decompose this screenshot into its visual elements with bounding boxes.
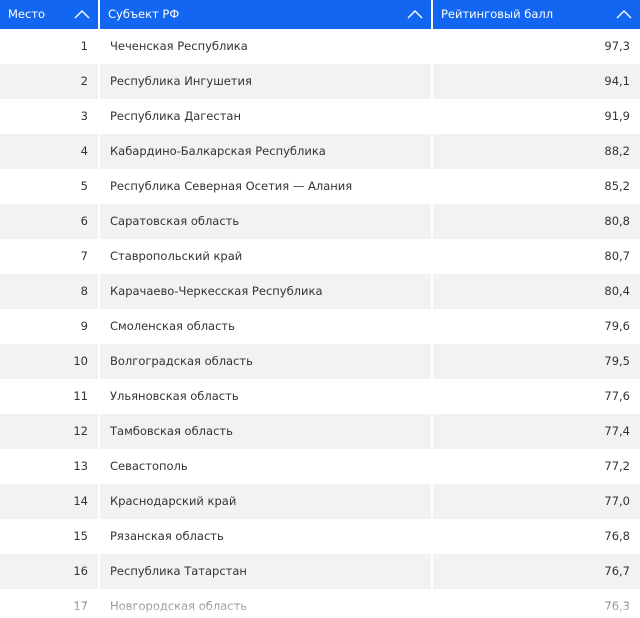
score-cell: 77,2	[604, 459, 630, 473]
region-cell: Саратовская область	[100, 204, 433, 239]
score-cell: 80,8	[604, 214, 630, 228]
chevron-up-icon[interactable]	[407, 9, 423, 19]
table-row: 3 Республика Дагестан 91,9	[0, 99, 640, 134]
table-row: 10 Волгоградская область 79,5	[0, 344, 640, 379]
region-cell: Севастополь	[100, 449, 433, 484]
rank-cell: 6	[0, 204, 100, 239]
table-row: 17 Новгородская область 76,3	[0, 589, 640, 618]
rank-cell: 10	[0, 344, 100, 379]
region-cell: Краснодарский край	[100, 484, 433, 519]
table-row: 5 Республика Северная Осетия — Алания 85,2	[0, 169, 640, 204]
score-cell: 80,7	[604, 249, 630, 263]
score-cell: 91,9	[604, 109, 630, 123]
rank-cell: 9	[0, 309, 100, 344]
table-row: 1 Чеченская Республика 97,3	[0, 29, 640, 64]
region-cell: Республика Северная Осетия — Алания	[100, 169, 433, 204]
rank-cell: 17	[0, 589, 100, 618]
score-cell: 79,6	[604, 319, 630, 333]
region-cell: Республика Дагестан	[100, 99, 433, 134]
column-header-region-label: Субъект РФ	[108, 7, 180, 21]
column-header-region[interactable]: Субъект РФ	[100, 0, 433, 29]
table-row: 12 Тамбовская область 77,4	[0, 414, 640, 449]
region-cell: Ставропольский край	[100, 239, 433, 274]
score-cell: 76,8	[604, 529, 630, 543]
table-row: 13 Севастополь 77,2	[0, 449, 640, 484]
rank-cell: 4	[0, 134, 100, 169]
region-cell: Карачаево-Черкесская Республика	[100, 274, 433, 309]
region-cell: Республика Татарстан	[100, 554, 433, 589]
table-header: Место Субъект РФ Рейтинговый балл	[0, 0, 640, 29]
score-cell: 76,7	[604, 564, 630, 578]
column-header-rank[interactable]: Место	[0, 0, 100, 29]
score-cell: 77,0	[604, 494, 630, 508]
region-cell: Новгородская область	[100, 589, 433, 618]
rank-cell: 8	[0, 274, 100, 309]
table-row: 16 Республика Татарстан 76,7	[0, 554, 640, 589]
table-row: 9 Смоленская область 79,6	[0, 309, 640, 344]
region-cell: Чеченская Республика	[100, 29, 433, 64]
rank-cell: 11	[0, 379, 100, 414]
score-cell: 88,2	[604, 144, 630, 158]
rank-cell: 7	[0, 239, 100, 274]
rank-cell: 5	[0, 169, 100, 204]
ranking-table: Место Субъект РФ Рейтинговый балл 1 Чечен…	[0, 0, 640, 618]
rank-cell: 14	[0, 484, 100, 519]
score-cell: 97,3	[604, 39, 630, 53]
column-header-score[interactable]: Рейтинговый балл	[433, 0, 640, 29]
rank-cell: 1	[0, 29, 100, 64]
column-header-rank-label: Место	[8, 7, 46, 21]
rank-cell: 3	[0, 99, 100, 134]
table-row: 6 Саратовская область 80,8	[0, 204, 640, 239]
region-cell: Рязанская область	[100, 519, 433, 554]
score-cell: 77,4	[604, 424, 630, 438]
table-row: 14 Краснодарский край 77,0	[0, 484, 640, 519]
score-cell: 80,4	[604, 284, 630, 298]
rank-cell: 2	[0, 64, 100, 99]
score-cell: 85,2	[604, 179, 630, 193]
score-cell: 76,3	[604, 599, 630, 613]
region-cell: Республика Ингушетия	[100, 64, 433, 99]
rank-cell: 13	[0, 449, 100, 484]
table-row: 4 Кабардино-Балкарская Республика 88,2	[0, 134, 640, 169]
ranking-table-container: Место Субъект РФ Рейтинговый балл 1 Чечен…	[0, 0, 640, 618]
region-cell: Тамбовская область	[100, 414, 433, 449]
table-row: 7 Ставропольский край 80,7	[0, 239, 640, 274]
region-cell: Смоленская область	[100, 309, 433, 344]
rank-cell: 15	[0, 519, 100, 554]
table-row: 8 Карачаево-Черкесская Республика 80,4	[0, 274, 640, 309]
table-row: 15 Рязанская область 76,8	[0, 519, 640, 554]
column-header-score-label: Рейтинговый балл	[441, 7, 554, 21]
rank-cell: 12	[0, 414, 100, 449]
score-cell: 94,1	[604, 74, 630, 88]
chevron-up-icon[interactable]	[74, 9, 90, 19]
rank-cell: 16	[0, 554, 100, 589]
region-cell: Ульяновская область	[100, 379, 433, 414]
table-row: 2 Республика Ингушетия 94,1	[0, 64, 640, 99]
table-row: 11 Ульяновская область 77,6	[0, 379, 640, 414]
region-cell: Кабардино-Балкарская Республика	[100, 134, 433, 169]
score-cell: 79,5	[604, 354, 630, 368]
region-cell: Волгоградская область	[100, 344, 433, 379]
chevron-up-icon[interactable]	[616, 9, 632, 19]
table-body: 1 Чеченская Республика 97,3 2 Республика Инг…	[0, 29, 640, 618]
score-cell: 77,6	[604, 389, 630, 403]
